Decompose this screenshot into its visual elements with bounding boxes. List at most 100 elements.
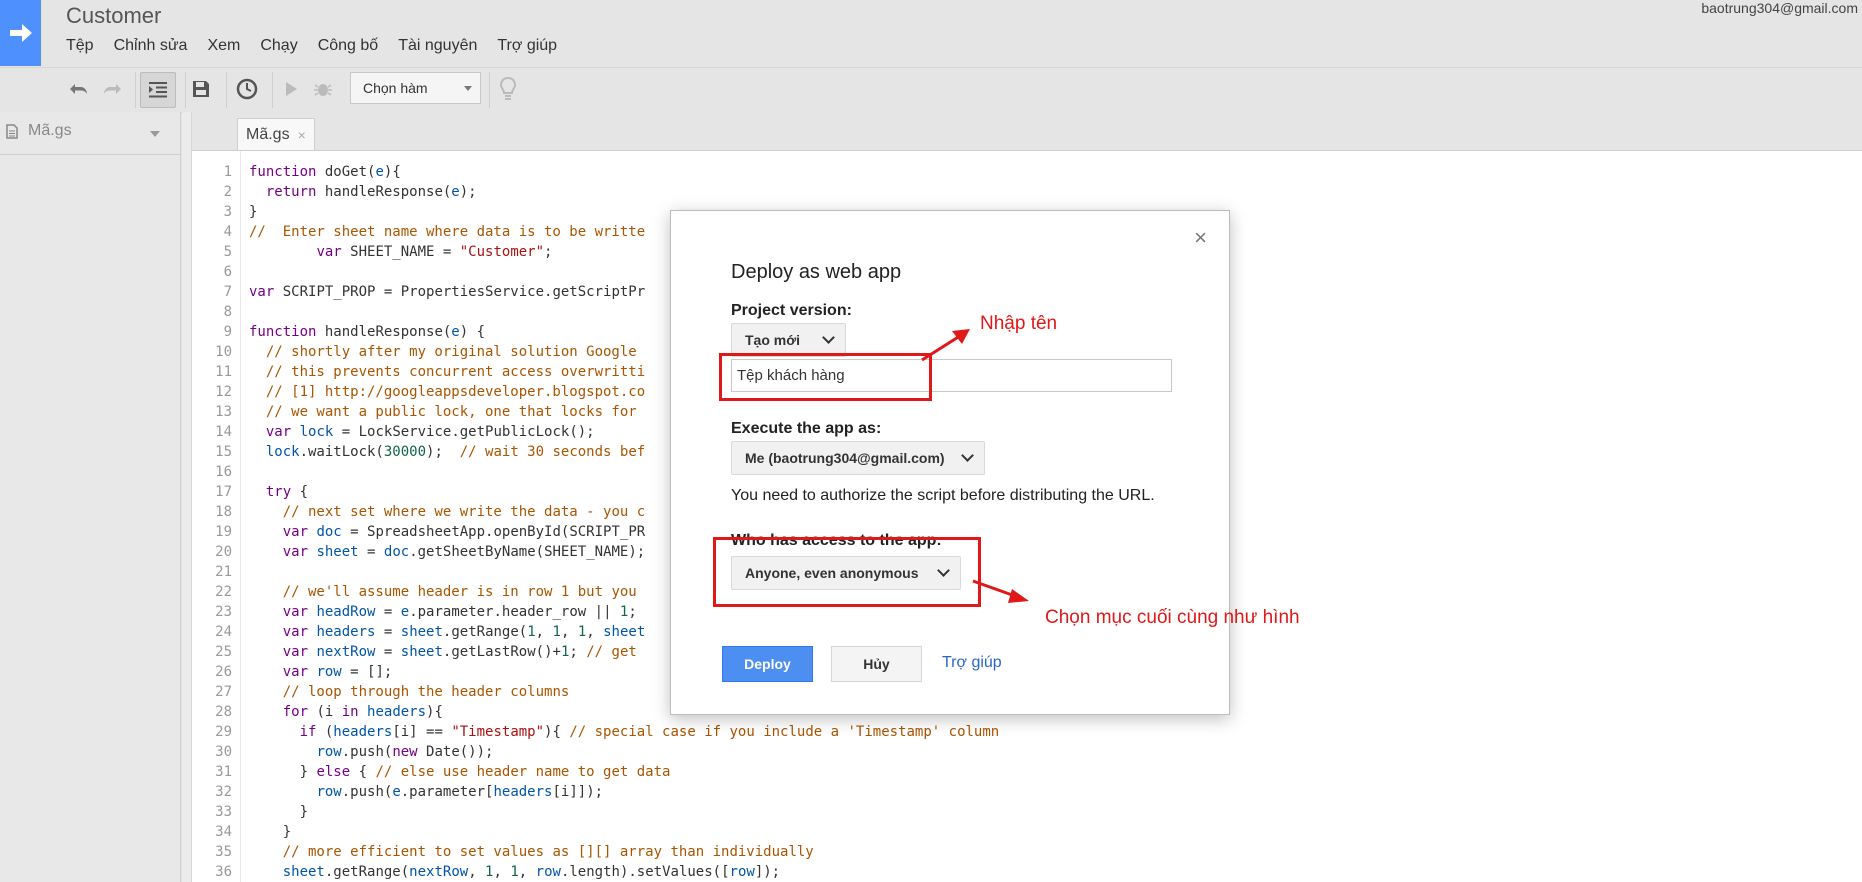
chevron-down-icon[interactable]: [150, 131, 160, 137]
annotation-box-name: [719, 353, 932, 401]
line-number: 4: [223, 224, 232, 240]
dialog-title: Deploy as web app: [731, 261, 902, 283]
chevron-down-icon: [961, 449, 974, 462]
line-number: 6: [223, 264, 232, 280]
close-icon[interactable]: ×: [1194, 225, 1207, 251]
line-number: 17: [215, 484, 232, 500]
line-number: 1: [223, 164, 232, 180]
lightbulb-icon[interactable]: [491, 72, 525, 106]
line-number: 7: [223, 284, 232, 300]
line-number: 25: [215, 644, 232, 660]
annotation-choose-last: Chọn mục cuối cùng như hình: [1045, 607, 1300, 628]
chevron-down-icon: [464, 86, 472, 91]
execute-as-label: Execute the app as:: [731, 420, 882, 437]
file-tabs: Mã.gs ×: [192, 112, 1862, 151]
line-number: 36: [215, 864, 232, 880]
deploy-dialog: × Deploy as web app Project version: Tạo…: [670, 210, 1230, 715]
line-number: 32: [215, 784, 232, 800]
line-number: 15: [215, 444, 232, 460]
line-number: 11: [215, 364, 232, 380]
toolbar: Chọn hàm: [0, 67, 1862, 113]
authorize-note: You need to authorize the script before …: [731, 487, 1155, 504]
project-title[interactable]: Customer: [66, 3, 161, 29]
code-line[interactable]: return handleResponse(e);: [249, 182, 999, 202]
indent-icon[interactable]: [140, 72, 176, 108]
line-number: 10: [215, 344, 232, 360]
line-number: 28: [215, 704, 232, 720]
file-sidebar: Mã.gs: [0, 112, 181, 882]
tab-code-gs[interactable]: Mã.gs ×: [237, 118, 315, 150]
line-number: 26: [215, 664, 232, 680]
redo-icon[interactable]: [95, 72, 129, 106]
line-number: 16: [215, 464, 232, 480]
deploy-button[interactable]: Deploy: [722, 646, 813, 682]
line-number: 20: [215, 544, 232, 560]
menu-help[interactable]: Trợ giúp: [497, 37, 557, 55]
line-number: 14: [215, 424, 232, 440]
line-number: 24: [215, 624, 232, 640]
execute-as-value: Me (baotrung304@gmail.com): [745, 450, 945, 466]
tab-label: Mã.gs: [246, 125, 290, 143]
code-line[interactable]: if (headers[i] == "Timestamp"){ // speci…: [249, 722, 1000, 742]
code-line[interactable]: function doGet(e){: [249, 162, 999, 182]
menu-edit[interactable]: Chỉnh sửa: [114, 37, 188, 55]
account-email[interactable]: baotrung304@gmail.com: [1701, 0, 1858, 16]
function-select[interactable]: Chọn hàm: [350, 72, 481, 104]
code-line[interactable]: }: [249, 802, 999, 822]
line-number: 2: [223, 184, 232, 200]
menu-run[interactable]: Chạy: [260, 37, 297, 55]
menu-bar: Tệp Chỉnh sửa Xem Chạy Công bố Tài nguyê…: [66, 37, 577, 55]
line-number: 33: [215, 804, 232, 820]
menu-view[interactable]: Xem: [207, 37, 240, 55]
menu-publish[interactable]: Công bố: [318, 37, 379, 55]
execute-as-select[interactable]: Me (baotrung304@gmail.com): [731, 441, 985, 475]
line-number: 12: [215, 384, 232, 400]
chevron-down-icon: [822, 331, 835, 344]
line-number: 5: [223, 244, 232, 260]
arrow-right-icon: [9, 24, 32, 42]
line-number: 9: [223, 324, 232, 340]
debug-icon[interactable]: [306, 72, 340, 106]
line-number: 3: [223, 204, 232, 220]
code-line[interactable]: } else { // else use header name to get …: [249, 762, 999, 782]
line-number: 31: [215, 764, 232, 780]
help-link[interactable]: Trợ giúp: [942, 654, 1002, 672]
undo-icon[interactable]: [62, 72, 96, 106]
code-line[interactable]: }: [249, 822, 999, 842]
project-version-label: Project version:: [731, 302, 852, 319]
project-version-value: Tạo mới: [745, 332, 801, 348]
clock-trigger-icon[interactable]: [230, 72, 264, 106]
sidebar-file-item[interactable]: Mã.gs: [6, 122, 72, 140]
line-number: 34: [215, 824, 232, 840]
cancel-button[interactable]: Hủy: [831, 646, 922, 682]
run-icon[interactable]: [274, 72, 308, 106]
line-number: 21: [215, 564, 232, 580]
code-line[interactable]: sheet.getRange(nextRow, 1, 1, row.length…: [249, 862, 999, 882]
line-number: 13: [215, 404, 232, 420]
line-number: 30: [215, 744, 232, 760]
line-number: 27: [215, 684, 232, 700]
line-number: 22: [215, 584, 232, 600]
save-icon[interactable]: [184, 72, 218, 106]
project-version-select[interactable]: Tạo mới: [731, 323, 846, 357]
line-number: 23: [215, 604, 232, 620]
apps-script-logo[interactable]: [0, 0, 41, 66]
menu-resources[interactable]: Tài nguyên: [398, 37, 477, 55]
line-number: 35: [215, 844, 232, 860]
line-numbers: 1 2 3 4 5 6 7 8 9 10 11 12 13 14 15 16 17 18 19 20 21 22 23 24 2…: [192, 162, 232, 882]
close-icon[interactable]: ×: [298, 127, 306, 143]
function-select-label: Chọn hàm: [363, 80, 428, 96]
file-icon: [6, 123, 18, 139]
code-line[interactable]: // more efficient to set values as [][] …: [249, 842, 999, 862]
annotation-enter-name: Nhập tên: [980, 313, 1058, 334]
line-number: 18: [215, 504, 232, 520]
code-line[interactable]: row.push(e.parameter[headers[i]]);: [249, 782, 999, 802]
panel-splitter[interactable]: [182, 112, 192, 882]
code-line[interactable]: row.push(new Date());: [249, 742, 999, 762]
sidebar-file-label: Mã.gs: [28, 122, 72, 139]
line-number: 8: [223, 304, 232, 320]
annotation-box-access: [713, 537, 981, 607]
line-number: 29: [215, 724, 232, 740]
menu-file[interactable]: Tệp: [66, 37, 94, 55]
line-number: 19: [215, 524, 232, 540]
